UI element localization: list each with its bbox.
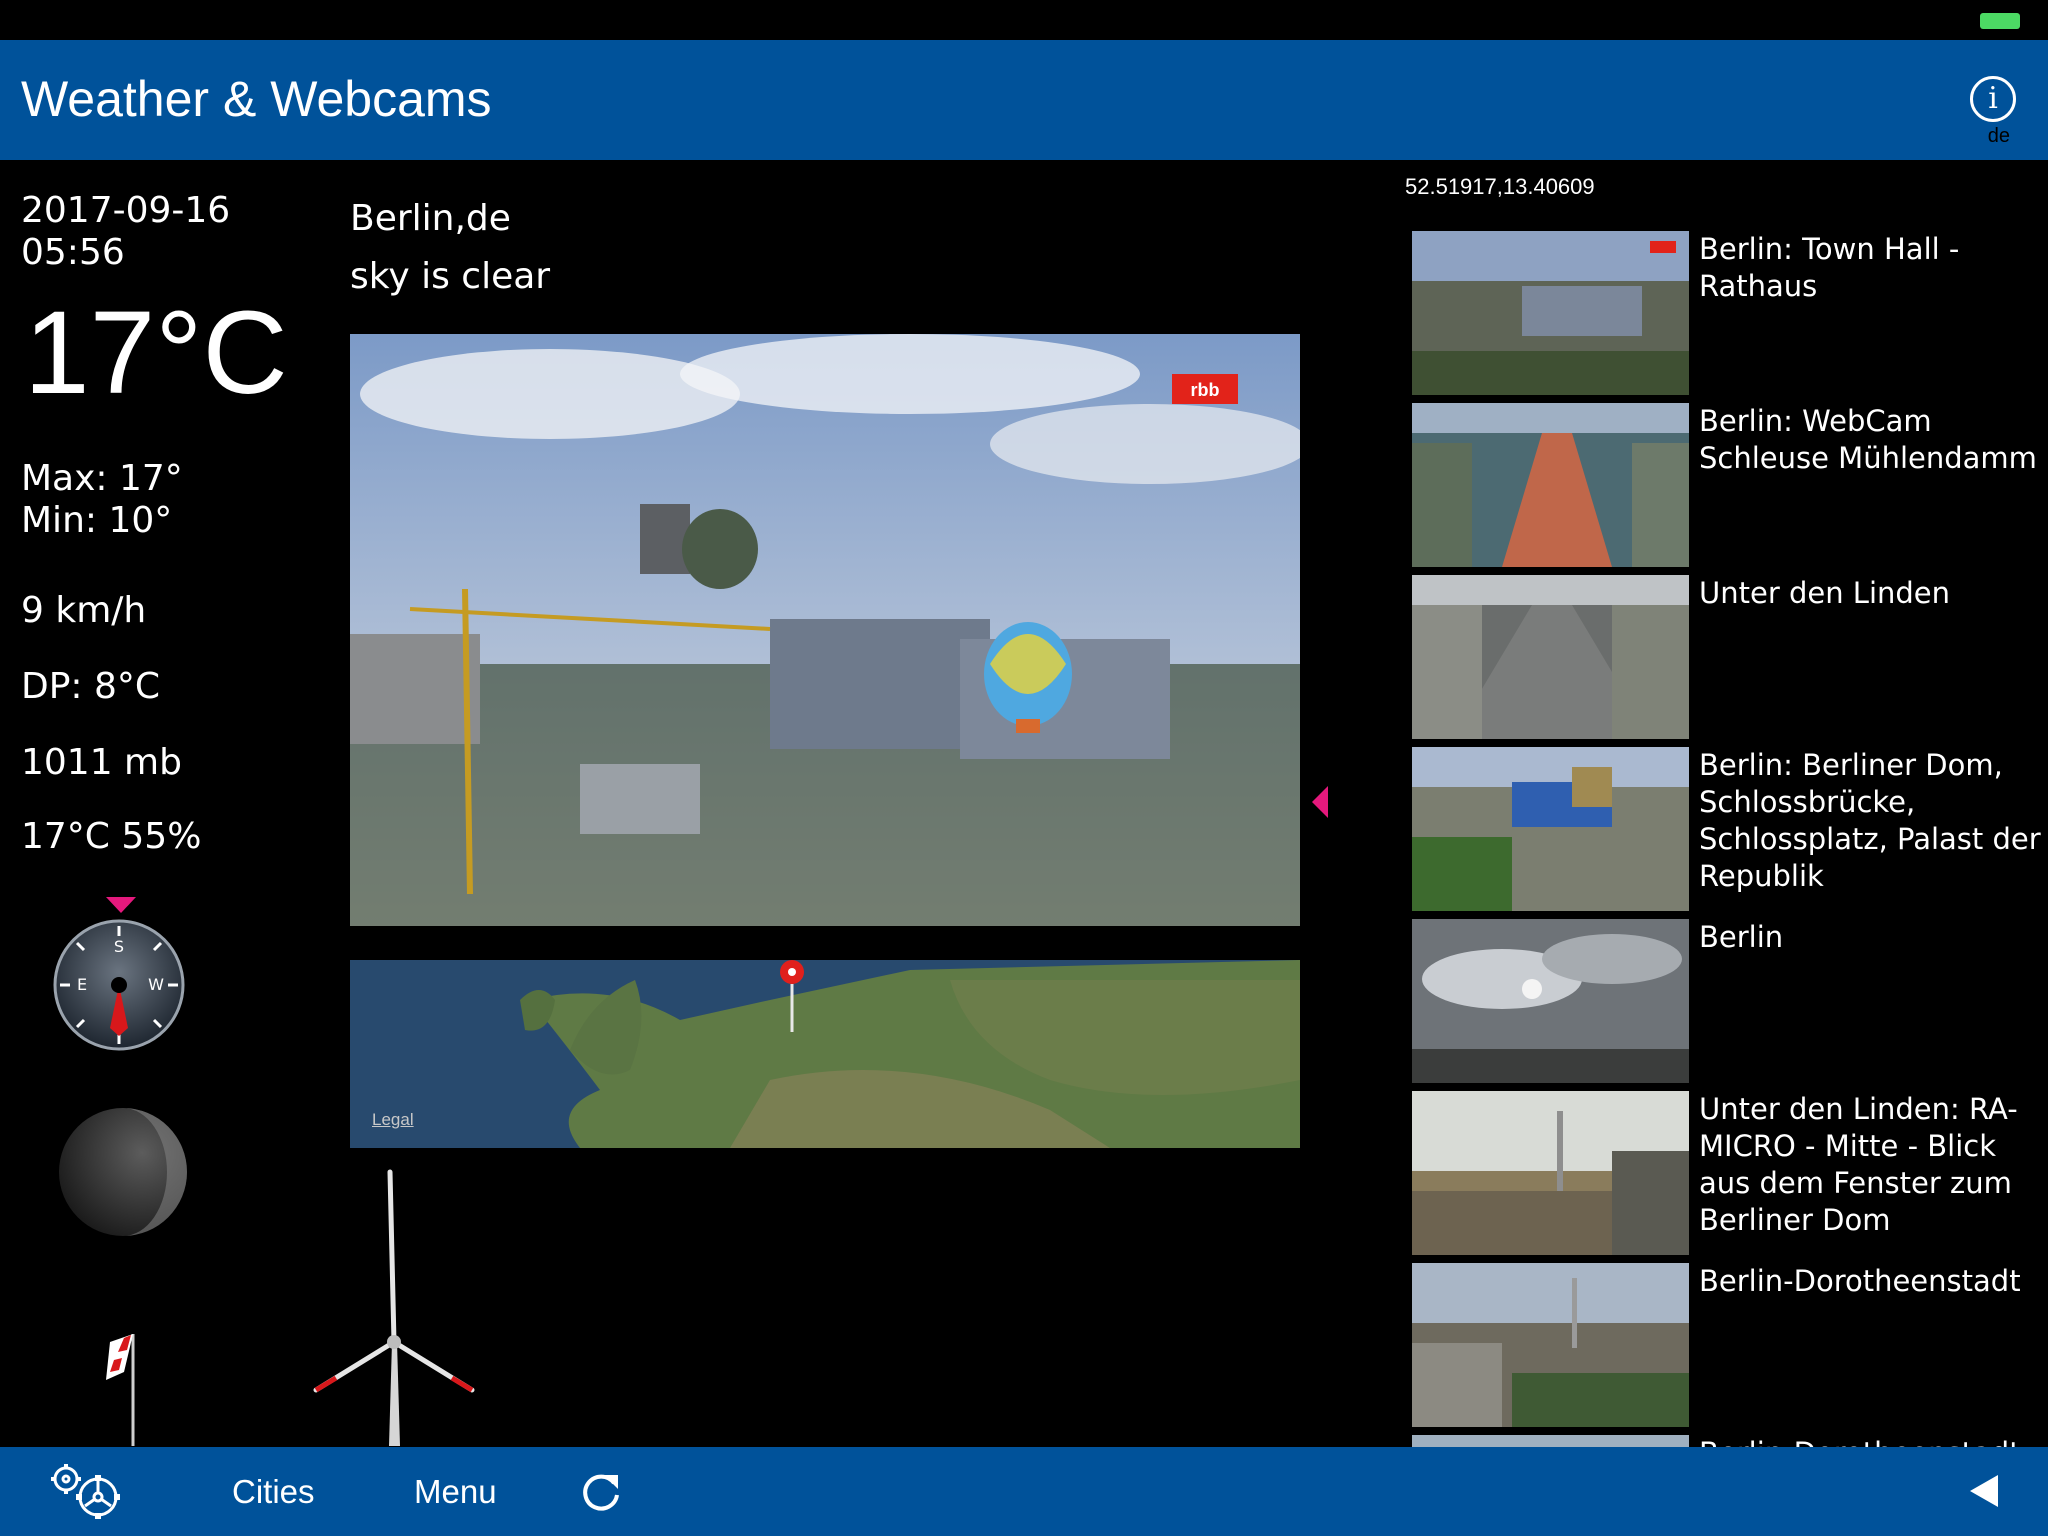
weather-time: 05:56 — [21, 232, 125, 273]
bottom-toolbar: Cities Menu — [0, 1447, 2048, 1536]
webcam-label: Berlin: Berliner Dom, Schlossbrücke, Sch… — [1699, 748, 2041, 893]
battery-icon — [1980, 13, 2020, 29]
webcam-label: Berlin: Town Hall - Rathaus — [1699, 232, 1960, 303]
weather-condition: sky is clear — [350, 256, 551, 297]
language-label: de — [1987, 125, 2010, 147]
map-legal-link[interactable]: Legal — [372, 1110, 414, 1130]
collapse-arrow-icon[interactable] — [1312, 786, 1328, 818]
status-bar — [0, 0, 2048, 40]
webcam-list-item[interactable]: Berlin: Berliner Dom, Schlossbrücke, Sch… — [1412, 747, 2048, 911]
webcam-list-item[interactable]: Berlin-Dorotheenstadt — [1412, 1435, 2048, 1447]
webcam-label: Berlin-Dorotheenstadt — [1699, 1264, 2021, 1298]
play-back-icon[interactable] — [1968, 1473, 2000, 1509]
webcam-label: Unter den Linden: RA-MICRO - Mitte - Bli… — [1699, 1092, 2018, 1237]
city-name: Berlin,de — [350, 198, 511, 239]
webcam-thumbnail[interactable] — [1412, 919, 1689, 1083]
dew-point: DP: 8°C — [21, 666, 161, 707]
coordinates: 52.51917,13.40609 — [1405, 174, 1595, 199]
webcam-list-item[interactable]: Berlin: Town Hall - Rathaus — [1412, 231, 2048, 395]
min-temperature: Min: 10° — [21, 500, 173, 541]
webcam-label: Berlin-Dorotheenstadt — [1699, 1435, 2044, 1447]
webcam-list-item[interactable]: Berlin-Dorotheenstadt — [1412, 1263, 2048, 1427]
moon-phase-icon — [59, 1108, 187, 1236]
max-temperature: Max: 17° — [21, 458, 183, 499]
webcam-list-item[interactable]: Unter den Linden: RA-MICRO - Mitte - Bli… — [1412, 1091, 2048, 1255]
webcam-thumbnail[interactable] — [1412, 403, 1689, 567]
windsock-icon — [106, 1334, 135, 1446]
webcam-label: Berlin: WebCam Schleuse Mühlendamm — [1699, 404, 2037, 475]
nav-bar: Weather & Webcams i de — [0, 40, 2048, 160]
compass-letter: S — [114, 937, 124, 956]
refresh-icon[interactable] — [578, 1469, 624, 1515]
main-webcam-image[interactable]: rbb — [350, 334, 1300, 926]
gears-icon[interactable] — [48, 1461, 128, 1523]
webcam-list[interactable]: Berlin: Town Hall - Rathaus Berlin: WebC… — [1412, 231, 2048, 1447]
temperature-humidity: 17°C 55% — [21, 816, 202, 857]
wind-speed: 9 km/h — [21, 590, 147, 631]
wind-compass: S W N E — [53, 919, 185, 1051]
menu-button[interactable]: Menu — [414, 1473, 497, 1511]
app-title: Weather & Webcams — [21, 71, 492, 127]
info-icon[interactable]: i — [1970, 76, 2016, 122]
webcam-thumbnail[interactable] — [1412, 1435, 1689, 1447]
cities-button[interactable]: Cities — [232, 1473, 315, 1511]
weather-date: 2017-09-16 — [21, 190, 231, 231]
pressure: 1011 mb — [21, 742, 182, 783]
webcam-thumbnail[interactable] — [1412, 575, 1689, 739]
webcam-thumbnail[interactable] — [1412, 231, 1689, 395]
webcam-thumbnail[interactable] — [1412, 747, 1689, 911]
webcam-label: Unter den Linden — [1699, 576, 1951, 610]
webcam-list-item[interactable]: Berlin: WebCam Schleuse Mühlendamm — [1412, 403, 2048, 567]
webcam-thumbnail[interactable] — [1412, 1263, 1689, 1427]
compass-letter: E — [77, 975, 87, 994]
wind-turbine-icon — [313, 1169, 475, 1446]
webcam-list-item[interactable]: Berlin — [1412, 919, 2048, 1083]
webcam-label: Berlin — [1699, 920, 1784, 954]
compass-letter: W — [148, 975, 164, 994]
map-view[interactable] — [350, 960, 1300, 1148]
svg-text:rbb: rbb — [1191, 380, 1220, 400]
webcam-thumbnail[interactable] — [1412, 1091, 1689, 1255]
webcam-list-item[interactable]: Unter den Linden — [1412, 575, 2048, 739]
current-temperature: 17°C — [24, 287, 288, 419]
compass-marker-icon — [106, 897, 136, 913]
